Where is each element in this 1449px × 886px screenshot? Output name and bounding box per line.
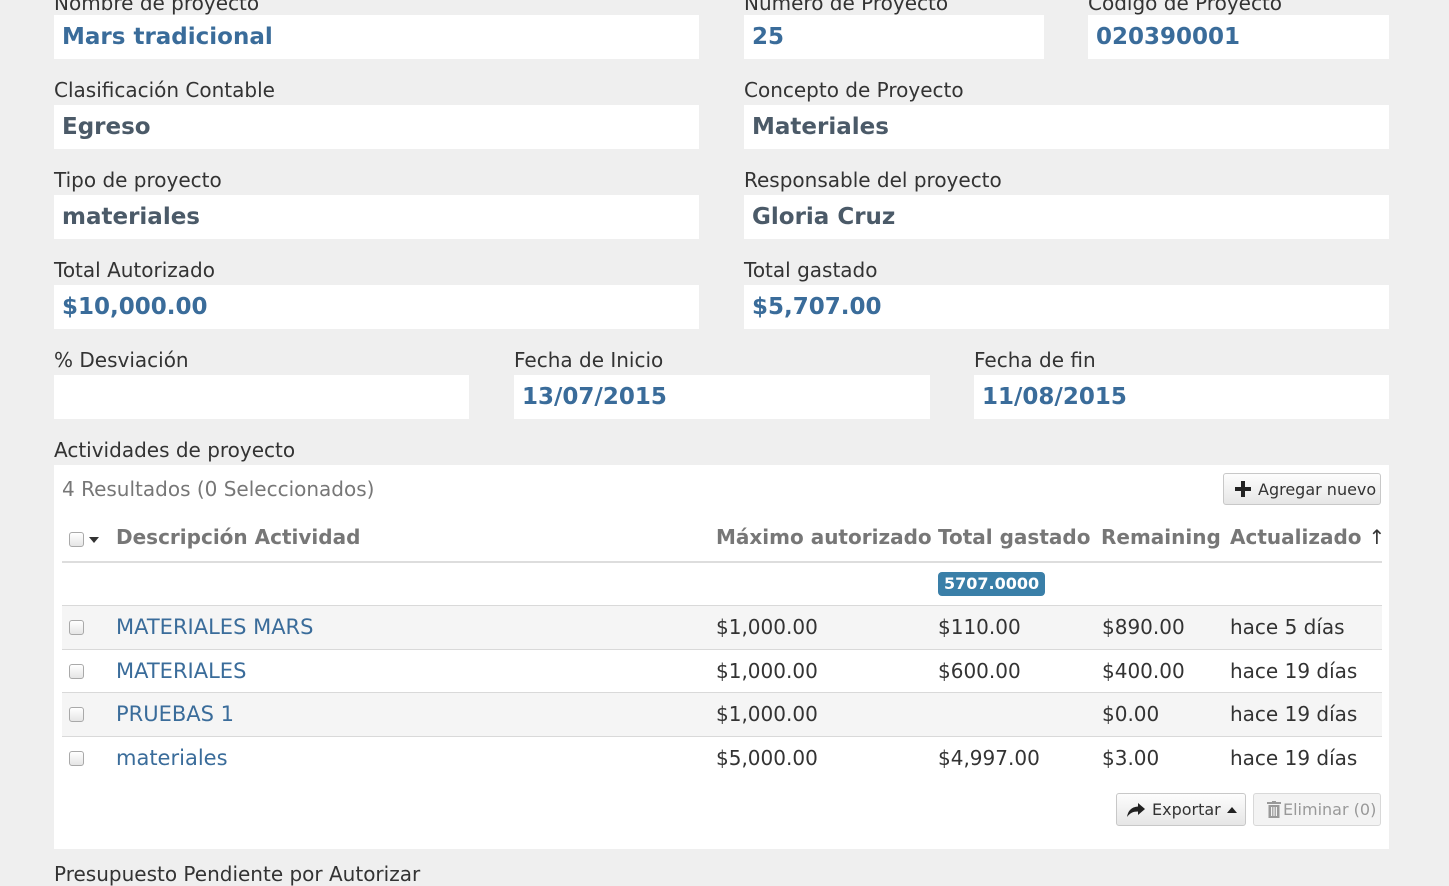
concepto-field[interactable]: Materiales (744, 105, 1389, 149)
tipo-label: Tipo de proyecto (54, 168, 222, 192)
add-new-button[interactable]: Agregar nuevo (1223, 473, 1381, 505)
activities-section-label: Actividades de proyecto (54, 438, 296, 462)
cell-maximo: $1,000.00 (716, 615, 818, 639)
responsable-label: Responsable del proyecto (744, 168, 1002, 192)
row-checkbox[interactable] (69, 707, 84, 722)
nombre-field[interactable]: Mars tradicional (54, 15, 699, 59)
cell-remaining: $3.00 (1102, 746, 1160, 770)
codigo-field[interactable]: 020390001 (1088, 15, 1389, 59)
share-arrow-icon (1127, 802, 1145, 817)
cell-maximo: $1,000.00 (716, 702, 818, 726)
trash-icon (1267, 801, 1281, 818)
cell-remaining: $890.00 (1102, 615, 1185, 639)
total-gastado-field[interactable]: $5,707.00 (744, 285, 1389, 329)
table-row[interactable]: PRUEBAS 1 $1,000.00 $0.00 hace 19 días (62, 693, 1382, 736)
tipo-field[interactable]: materiales (54, 195, 699, 239)
column-header-actualizado[interactable]: Actualizado ↑ (1230, 525, 1385, 549)
results-count: 4 Resultados (0 Seleccionados) (62, 477, 375, 501)
cell-actualizado: hace 19 días (1230, 702, 1358, 726)
codigo-label: Código de Proyecto (1088, 0, 1283, 15)
select-all-checkbox[interactable] (69, 532, 84, 547)
desviacion-field[interactable] (54, 375, 469, 419)
row-checkbox[interactable] (69, 751, 84, 766)
row-checkbox[interactable] (69, 664, 84, 679)
table-row[interactable]: materiales $5,000.00 $4,997.00 $3.00 hac… (62, 737, 1382, 780)
column-header-maximo[interactable]: Máximo autorizado (716, 525, 932, 549)
cell-remaining: $400.00 (1102, 659, 1185, 683)
sort-arrow-icon: ↑ (1368, 525, 1386, 549)
column-header-actualizado-label: Actualizado (1230, 525, 1362, 549)
column-header-gastado[interactable]: Total gastado (938, 525, 1090, 549)
nombre-label: Nombre de proyecto (54, 0, 260, 15)
cell-gastado: $110.00 (938, 615, 1021, 639)
fecha-inicio-field[interactable]: 13/07/2015 (514, 375, 930, 419)
cell-maximo: $1,000.00 (716, 659, 818, 683)
numero-field[interactable]: 25 (744, 15, 1044, 59)
cell-actualizado: hace 19 días (1230, 659, 1358, 683)
cell-maximo: $5,000.00 (716, 746, 818, 770)
fecha-fin-label: Fecha de fin (974, 348, 1096, 372)
activity-link[interactable]: materiales (116, 737, 228, 780)
export-label: Exportar (1152, 800, 1221, 819)
activity-link[interactable]: MATERIALES MARS (116, 606, 313, 649)
activity-link[interactable]: MATERIALES (116, 650, 246, 693)
total-gastado-badge: 5707.0000 (938, 572, 1046, 596)
header-divider (62, 561, 1382, 563)
table-row[interactable]: MATERIALES MARS $1,000.00 $110.00 $890.0… (62, 606, 1382, 649)
clasificacion-label: Clasificación Contable (54, 78, 275, 102)
activity-link[interactable]: PRUEBAS 1 (116, 693, 234, 736)
table-row[interactable]: MATERIALES $1,000.00 $600.00 $400.00 hac… (62, 650, 1382, 693)
cell-gastado: $4,997.00 (938, 746, 1040, 770)
desviacion-label: % Desviación (54, 348, 189, 372)
clasificacion-field[interactable]: Egreso (54, 105, 699, 149)
export-button[interactable]: Exportar (1116, 793, 1246, 826)
caret-up-icon (1226, 806, 1237, 813)
cell-gastado: $600.00 (938, 659, 1021, 683)
column-header-descripcion[interactable]: Descripción Actividad (116, 525, 360, 549)
total-autorizado-field[interactable]: $10,000.00 (54, 285, 699, 329)
total-gastado-label: Total gastado (744, 258, 878, 282)
plus-icon (1235, 481, 1251, 497)
row-checkbox[interactable] (69, 620, 84, 635)
activities-panel: 4 Resultados (0 Seleccionados) Agregar n… (54, 465, 1389, 849)
numero-label: Número de Proyecto (744, 0, 949, 15)
delete-label: Eliminar (0) (1283, 800, 1377, 819)
cell-remaining: $0.00 (1102, 702, 1160, 726)
fecha-inicio-label: Fecha de Inicio (514, 348, 664, 372)
caret-down-icon[interactable] (89, 537, 99, 543)
add-new-label: Agregar nuevo (1258, 479, 1377, 499)
responsable-field[interactable]: Gloria Cruz (744, 195, 1389, 239)
cell-actualizado: hace 19 días (1230, 746, 1358, 770)
cell-actualizado: hace 5 días (1230, 615, 1345, 639)
delete-button[interactable]: Eliminar (0) (1253, 793, 1381, 826)
total-autorizado-label: Total Autorizado (54, 258, 215, 282)
fecha-fin-field[interactable]: 11/08/2015 (974, 375, 1389, 419)
presupuesto-pendiente-label: Presupuesto Pendiente por Autorizar (54, 862, 421, 886)
concepto-label: Concepto de Proyecto (744, 78, 964, 102)
column-header-remaining[interactable]: Remaining (1101, 525, 1221, 549)
